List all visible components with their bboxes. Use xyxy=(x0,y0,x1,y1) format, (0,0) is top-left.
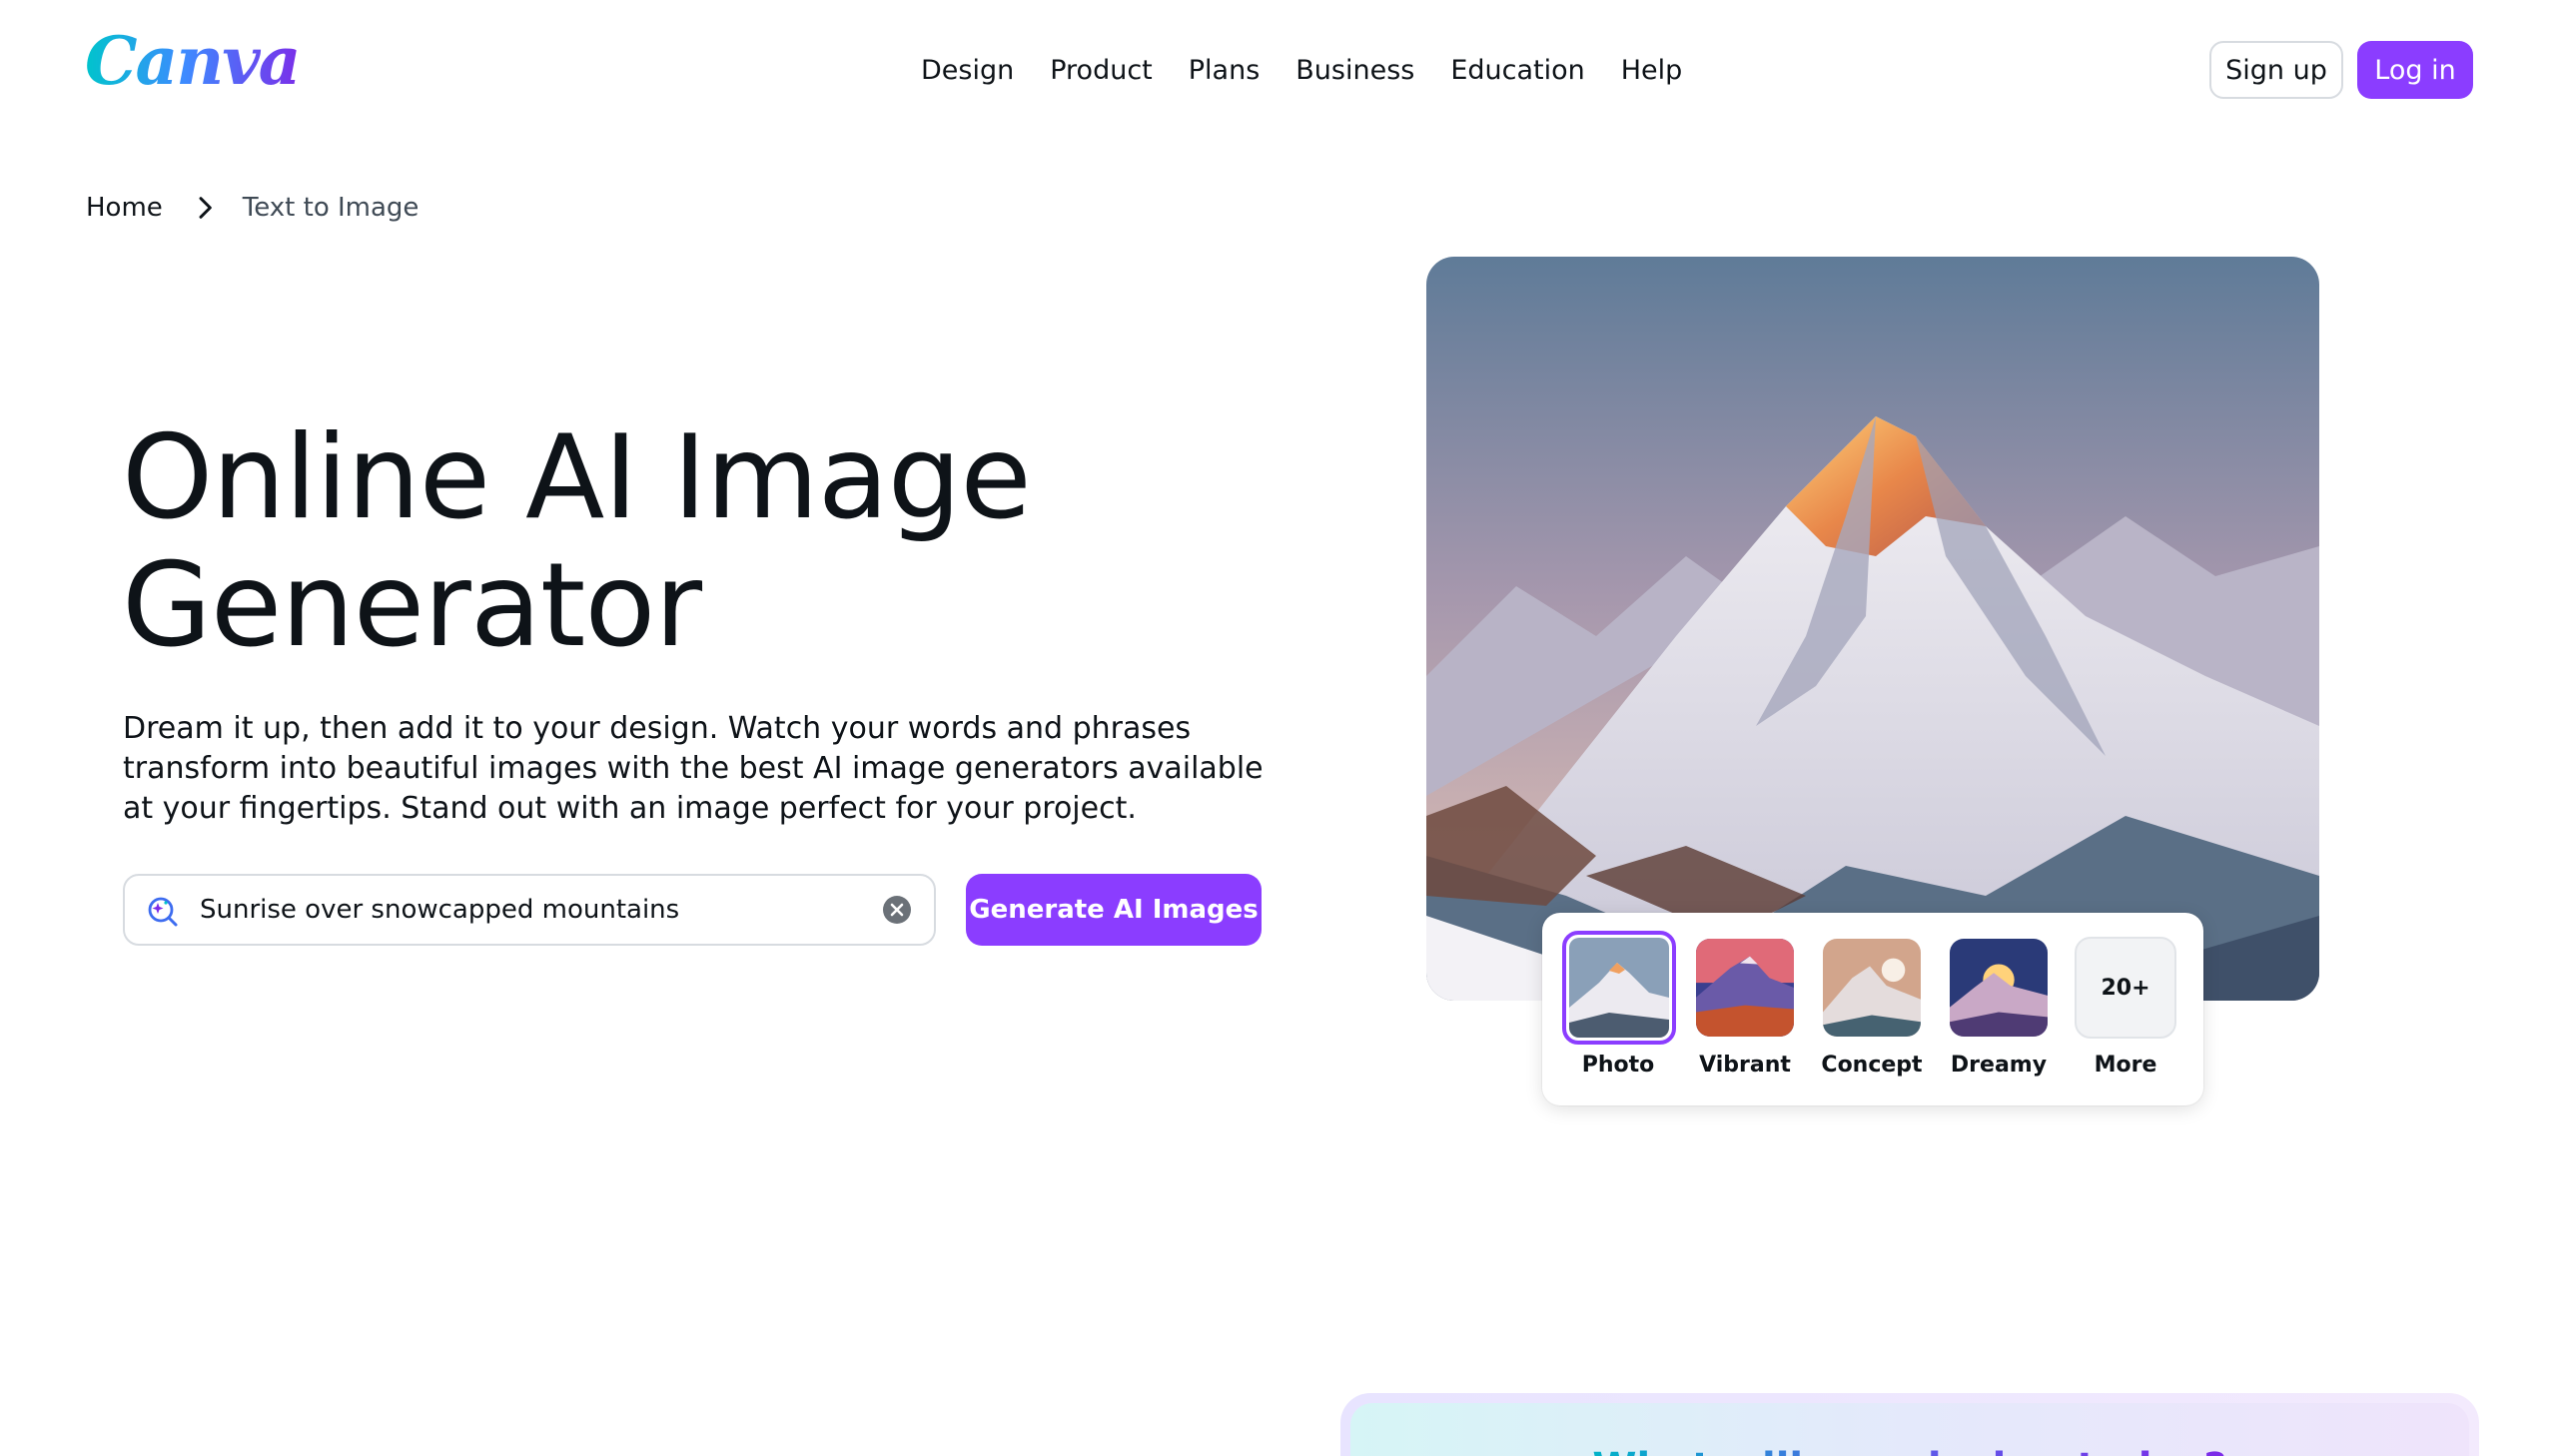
hero-description: Dream it up, then add it to your design.… xyxy=(123,711,1264,826)
hero-mountain-image xyxy=(1426,257,2319,1001)
more-styles-badge: 20+ xyxy=(2075,937,2176,1039)
clear-circle-icon[interactable] xyxy=(882,895,912,925)
nav-help[interactable]: Help xyxy=(1621,54,1683,88)
style-label: Photo xyxy=(1581,1053,1655,1078)
style-thumb-concept xyxy=(1821,937,1923,1039)
style-option-vibrant[interactable]: Vibrant xyxy=(1689,937,1801,1079)
page-title-line-2: Generator xyxy=(122,538,702,673)
canva-logo[interactable]: Canva xyxy=(85,28,305,94)
nav-design[interactable]: Design xyxy=(921,54,1014,88)
generate-ai-images-button[interactable]: Generate AI Images xyxy=(966,874,1262,946)
prompt-search-box[interactable] xyxy=(123,874,936,946)
design-teaser-banner: What will you design today? xyxy=(1340,1393,2479,1456)
breadcrumb: Home Text to Image xyxy=(86,192,419,224)
design-teaser-inner[interactable]: What will you design today? xyxy=(1350,1403,2469,1456)
style-label: Vibrant xyxy=(1699,1053,1791,1078)
nav-business[interactable]: Business xyxy=(1295,54,1414,88)
signup-button[interactable]: Sign up xyxy=(2209,41,2343,99)
style-thumb-dreamy xyxy=(1948,937,2050,1039)
main-nav: Design Product Plans Business Education … xyxy=(921,54,1682,88)
style-picker: Photo Vibrant Concept Dreamy 20+ More xyxy=(1542,913,2203,1105)
style-label: Concept xyxy=(1821,1053,1923,1078)
login-button[interactable]: Log in xyxy=(2357,41,2473,99)
style-option-concept[interactable]: Concept xyxy=(1816,937,1928,1079)
prompt-input[interactable] xyxy=(200,895,882,925)
style-option-dreamy[interactable]: Dreamy xyxy=(1943,937,2055,1079)
style-option-more[interactable]: 20+ More xyxy=(2070,937,2181,1079)
page-title-line-1: Online AI Image xyxy=(122,410,1032,545)
magic-search-icon xyxy=(148,897,178,927)
page-title: Online AI Image Generator xyxy=(122,414,1271,670)
nav-education[interactable]: Education xyxy=(1450,54,1584,88)
nav-product[interactable]: Product xyxy=(1050,54,1153,88)
mountain-illustration xyxy=(1426,257,2319,1001)
breadcrumb-home-link[interactable]: Home xyxy=(86,193,163,223)
breadcrumb-current: Text to Image xyxy=(242,193,420,223)
nav-plans[interactable]: Plans xyxy=(1189,54,1261,88)
design-teaser-text: What will you design today? xyxy=(1592,1445,2226,1456)
style-label: Dreamy xyxy=(1950,1053,2048,1078)
style-label: More xyxy=(2094,1053,2157,1078)
chevron-right-icon xyxy=(199,197,212,219)
style-thumb-vibrant xyxy=(1694,937,1796,1039)
style-thumb-photo xyxy=(1562,931,1676,1045)
style-option-photo[interactable]: Photo xyxy=(1562,931,1676,1079)
